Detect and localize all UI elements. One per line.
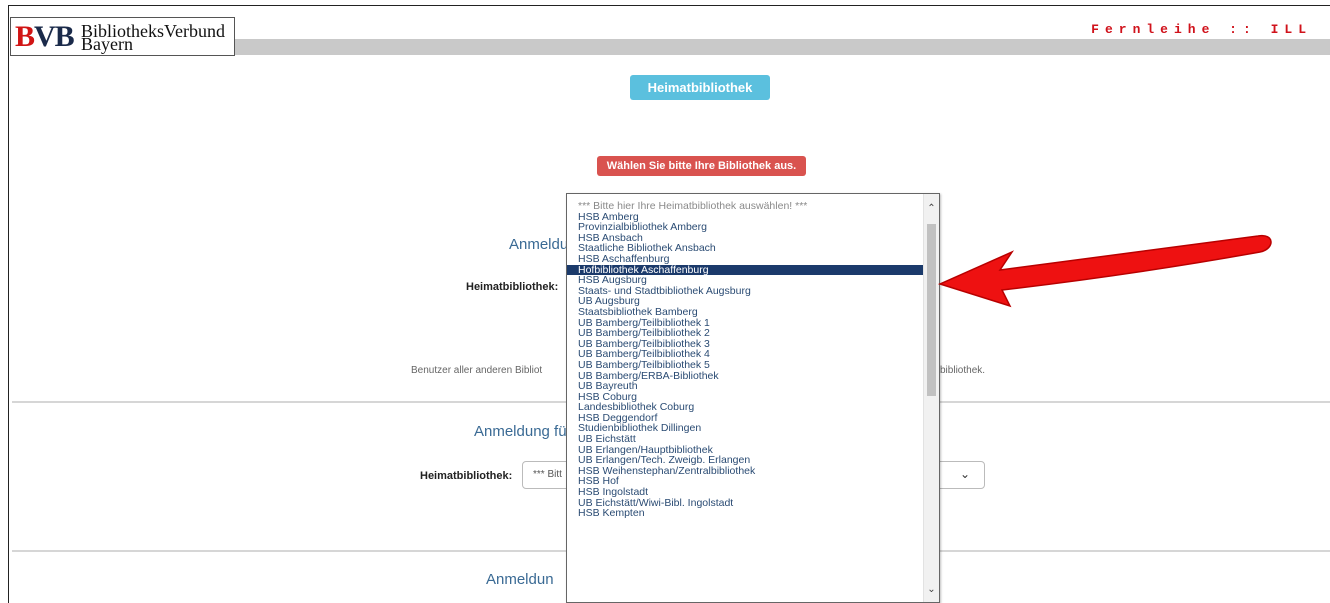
scrollbar[interactable]: ⌃ ⌄	[923, 194, 939, 602]
section2-heading: Anmeldung fü	[474, 423, 567, 440]
tab-heimatbibliothek[interactable]: Heimatbibliothek	[630, 75, 770, 100]
note-right: bibliothek.	[940, 365, 986, 376]
chevron-down-icon[interactable]: ⌄	[926, 585, 937, 595]
note-left: Benutzer aller anderen Bibliot	[411, 365, 543, 376]
dropdown-option[interactable]: Staatsbibliothek Bamberg	[567, 307, 925, 318]
dropdown-option[interactable]: HSB Weihenstephan/Zentralbibliothek	[567, 466, 925, 477]
alert-message: Wählen Sie bitte Ihre Bibliothek aus.	[597, 156, 806, 176]
dropdown-option[interactable]: HSB Kempten	[567, 508, 925, 519]
logo-line2: Bayern	[81, 34, 133, 54]
library-select-value: *** Bitt	[533, 469, 562, 480]
header-band	[235, 39, 1330, 55]
dropdown-option[interactable]: *** Bitte hier Ihre Heimatbibliothek aus…	[567, 201, 925, 212]
bvb-logo[interactable]: BVB BibliotheksVerbund Bayern	[10, 17, 235, 56]
scrollbar-thumb[interactable]	[927, 224, 936, 396]
dropdown-options: *** Bitte hier Ihre Heimatbibliothek aus…	[567, 201, 925, 519]
header-title: Fernleihe :: ILL	[1091, 22, 1312, 37]
chevron-down-icon: ⌄	[959, 467, 970, 481]
dropdown-option[interactable]: HSB Aschaffenburg	[567, 254, 925, 265]
logo-mark: BVB	[15, 20, 75, 53]
dropdown-option[interactable]: UB Bamberg/Teilbibliothek 5	[567, 360, 925, 371]
section1-label: Heimatbibliothek:	[466, 281, 559, 293]
library-dropdown-list[interactable]: *** Bitte hier Ihre Heimatbibliothek aus…	[566, 193, 940, 603]
section3-heading: Anmeldun	[486, 571, 554, 588]
chevron-up-icon[interactable]: ⌃	[926, 204, 937, 214]
section1-heading: Anmeldu	[509, 236, 569, 253]
section2-label: Heimatbibliothek:	[420, 470, 513, 482]
